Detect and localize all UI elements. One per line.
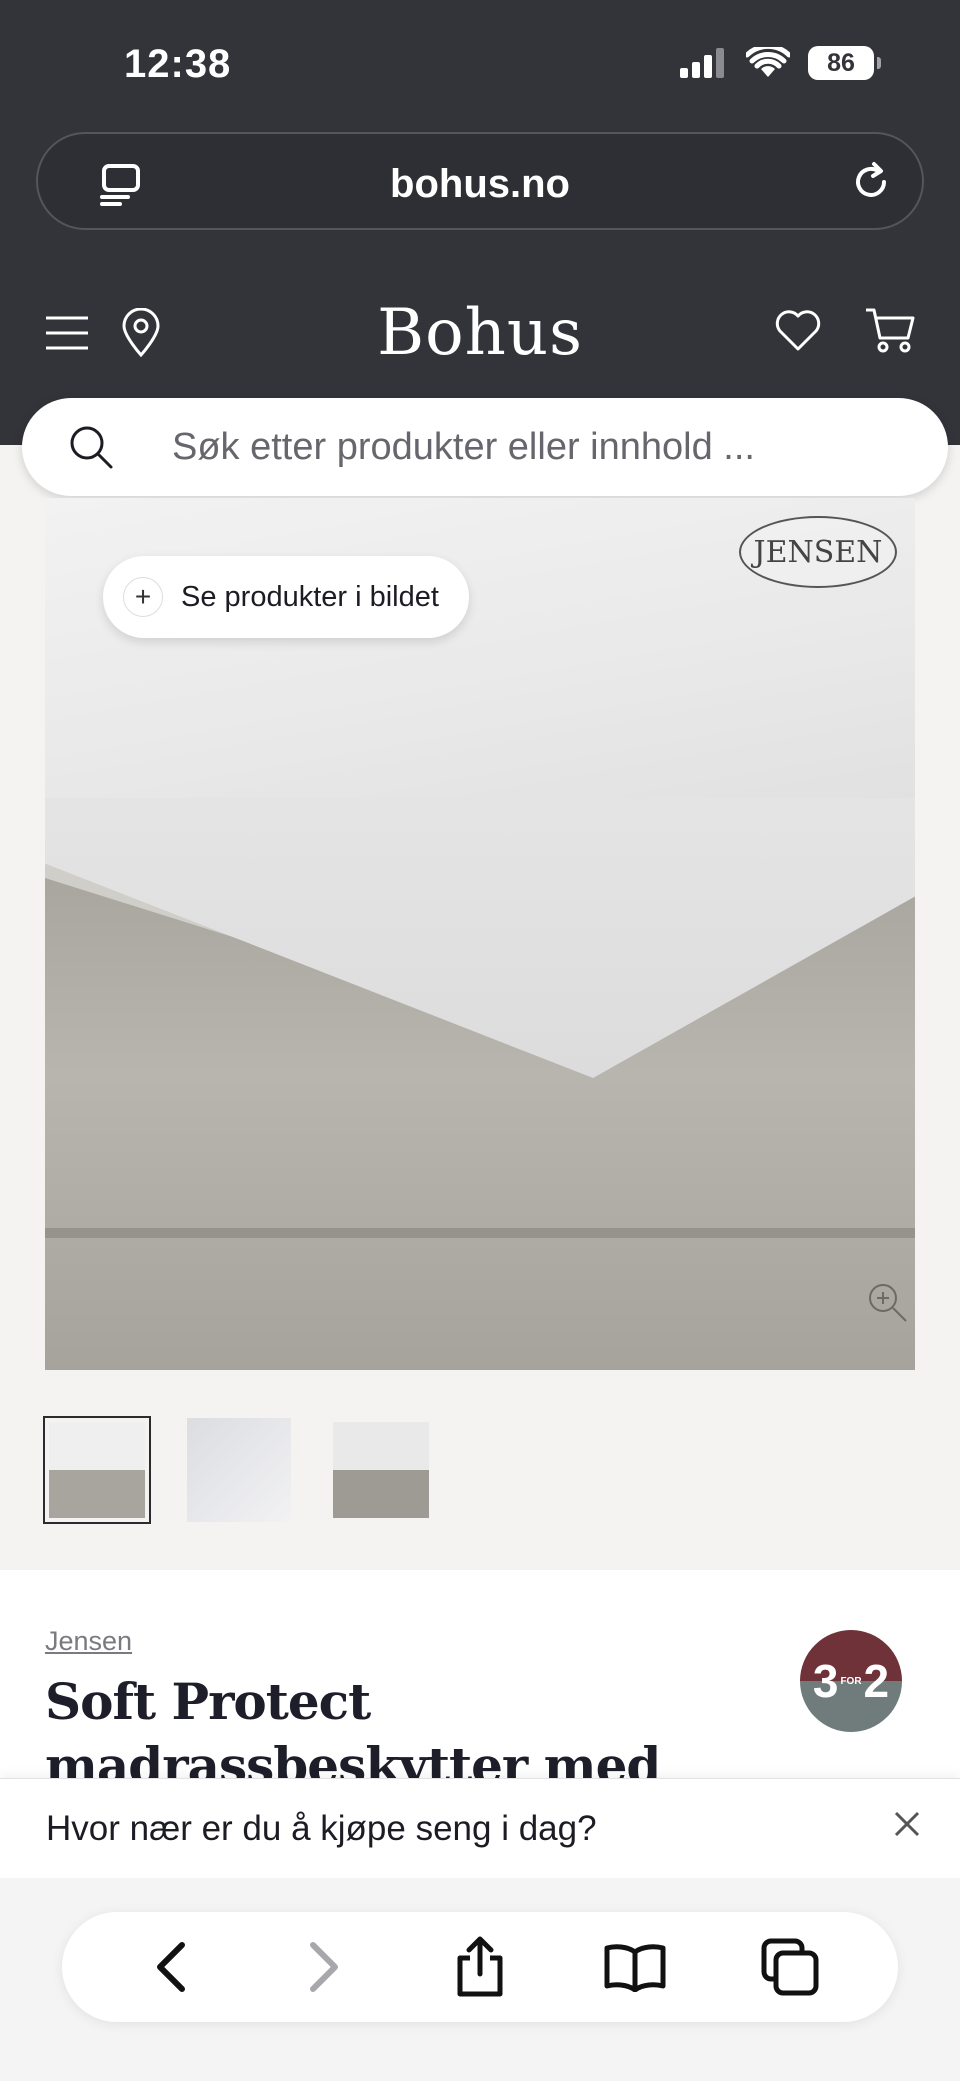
status-time: 12:38 xyxy=(124,42,232,86)
see-products-label: Se produkter i bildet xyxy=(181,580,439,613)
thumbnail-2[interactable] xyxy=(187,1418,291,1522)
wishlist-heart-icon[interactable] xyxy=(774,308,822,352)
browser-toolbar xyxy=(62,1912,898,2022)
forward-button[interactable] xyxy=(285,1927,365,2007)
promo-small: FOR xyxy=(840,1675,862,1687)
search-icon[interactable] xyxy=(68,424,114,470)
brand-link[interactable]: Jensen xyxy=(45,1626,132,1657)
product-title: Soft Protect madrassbeskytter med splitt… xyxy=(45,1672,661,1780)
back-button[interactable] xyxy=(130,1927,210,2007)
search-input[interactable] xyxy=(172,398,872,496)
thumbnail-3[interactable] xyxy=(329,1418,433,1522)
book-icon xyxy=(604,1944,666,1992)
promo-big2: 2 xyxy=(863,1655,890,1707)
cellular-signal-icon xyxy=(680,48,724,78)
battery-indicator: 86 xyxy=(808,46,881,80)
brand-logo-badge: JENSEN xyxy=(739,516,897,588)
thumbnail-strip xyxy=(43,1416,433,1524)
battery-level: 86 xyxy=(827,48,855,77)
bed-seam-image-part xyxy=(45,1228,915,1238)
chevron-right-icon xyxy=(309,1942,338,1992)
chevron-left-icon xyxy=(156,1942,185,1992)
promo-badge-3-for-2: 3 FOR 2 xyxy=(800,1630,902,1732)
bookmarks-button[interactable] xyxy=(595,1927,675,2007)
wifi-icon xyxy=(746,47,790,77)
close-icon[interactable] xyxy=(892,1809,922,1839)
site-header: 12:38 86 bohus.no Bohus xyxy=(0,0,960,445)
address-bar[interactable]: bohus.no xyxy=(36,132,924,230)
feedback-question[interactable]: Hvor nær er du å kjøpe seng i dag? xyxy=(46,1809,597,1849)
plus-icon: + xyxy=(123,577,163,617)
reload-icon[interactable] xyxy=(848,160,894,206)
zoom-in-icon[interactable] xyxy=(865,1280,909,1324)
browser-toolbar-area xyxy=(0,1878,960,2081)
search-bar[interactable] xyxy=(22,398,948,496)
see-products-button[interactable]: + Se produkter i bildet xyxy=(103,556,469,638)
status-icons: 86 xyxy=(680,46,881,80)
thumbnail-1[interactable] xyxy=(43,1416,151,1524)
share-button[interactable] xyxy=(440,1927,520,2007)
share-icon xyxy=(457,1936,503,1997)
tabs-button[interactable] xyxy=(750,1927,830,2007)
url-text[interactable]: bohus.no xyxy=(38,162,922,207)
tabs-icon xyxy=(761,1938,819,1996)
nav-right xyxy=(774,306,916,354)
cart-icon[interactable] xyxy=(864,306,916,354)
promo-big: 3 xyxy=(812,1655,839,1707)
product-main-image[interactable]: JENSEN + Se produkter i bildet xyxy=(45,498,915,1370)
